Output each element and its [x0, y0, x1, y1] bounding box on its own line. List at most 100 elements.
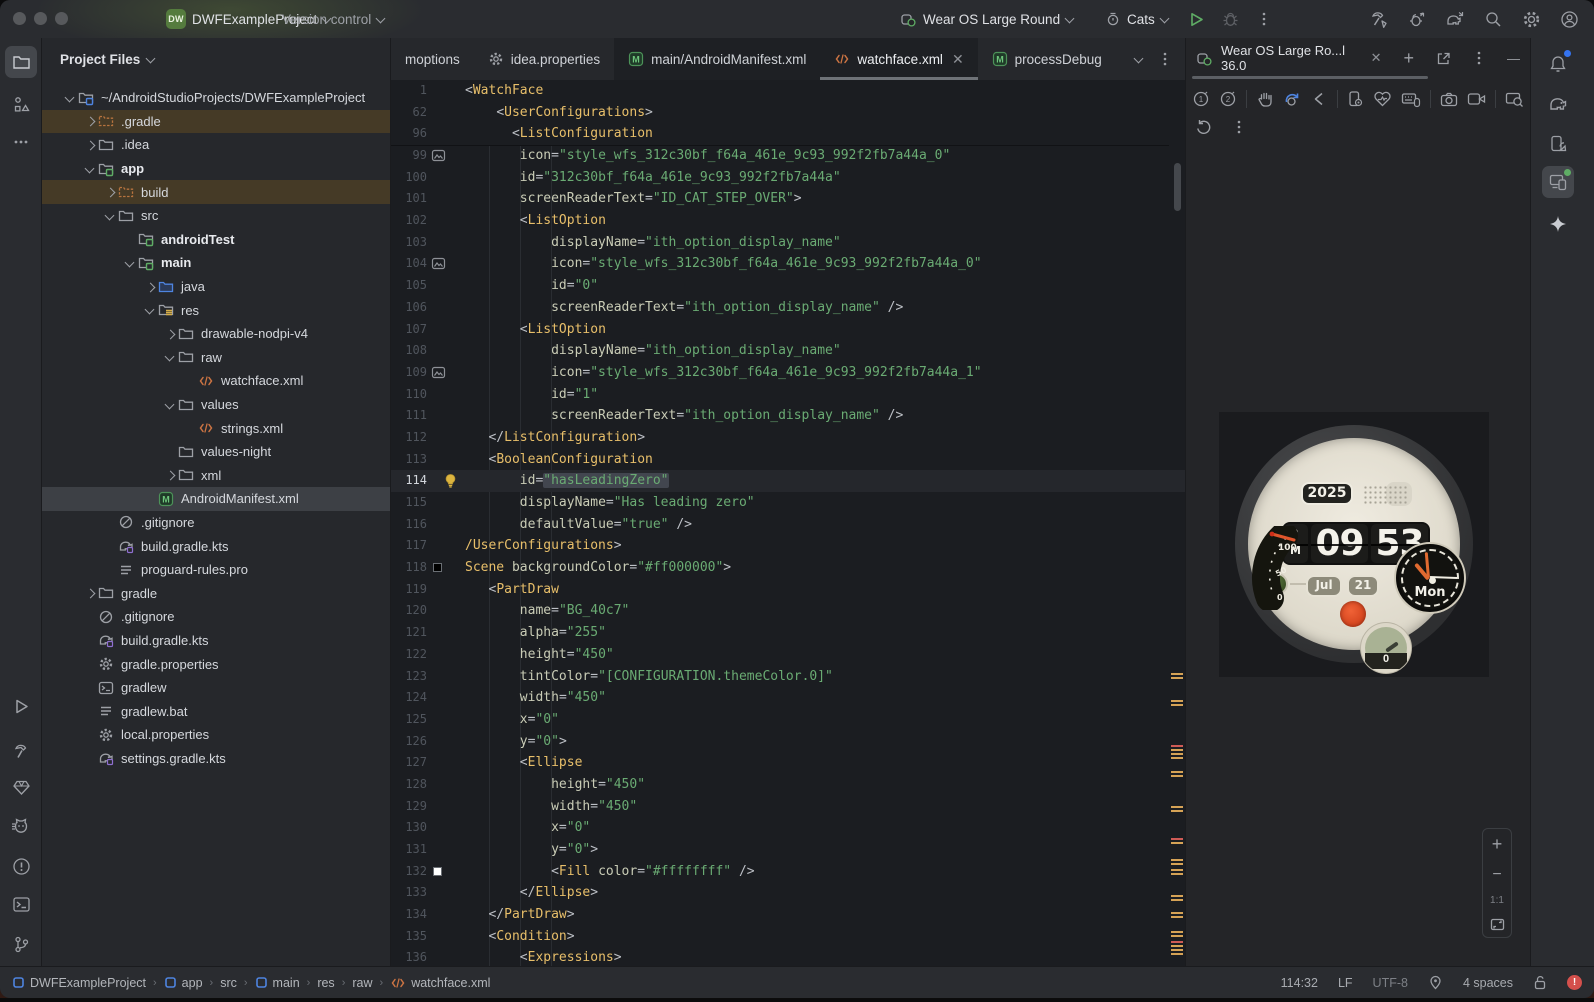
analyzer-error-badge[interactable]: ! [1567, 975, 1582, 990]
settings-button[interactable] [1520, 8, 1542, 30]
tree-item-.gradle[interactable]: .gradle [42, 109, 390, 134]
image-preview-gutter-icon[interactable] [431, 256, 446, 271]
git-branch-button[interactable] [5, 928, 37, 960]
color-swatch-black[interactable] [433, 563, 442, 573]
chevron-collapsed-icon[interactable] [82, 137, 98, 153]
code-editor[interactable]: 99 icon="style_wfs_312c30bf_f64a_461e_9c… [391, 145, 1185, 966]
code-line-132[interactable]: 132 <Fill color="#ffffffff" /> [391, 861, 1185, 883]
chevron-collapsed-icon[interactable] [102, 184, 118, 200]
emulator-display[interactable]: 2025 P M 09 53 Jul 21 Mon 100 50 0 0 [1219, 412, 1489, 677]
chevron-expanded-icon[interactable] [162, 397, 178, 413]
device-manager-button[interactable] [1542, 128, 1574, 160]
heart-rate-button[interactable] [1373, 88, 1392, 110]
tree-item-build.gradle.kts[interactable]: build.gradle.kts [42, 629, 390, 653]
code-line-129[interactable]: 129 width="450" [391, 796, 1185, 818]
button-2-button[interactable]: 2 [1219, 88, 1237, 110]
breadcrumb-item-watchface.xml[interactable]: watchface.xml [390, 975, 490, 991]
code-line-123[interactable]: 123 tintColor="[CONFIGURATION.themeColor… [391, 666, 1185, 688]
code-line-131[interactable]: 131 y="0"> [391, 839, 1185, 861]
chevron-expanded-icon[interactable] [142, 302, 158, 318]
code-line-113[interactable]: 113 <BooleanConfiguration [391, 449, 1185, 471]
gem-button[interactable] [5, 771, 37, 803]
warning-stripe-mark[interactable] [1171, 673, 1183, 679]
chevron-expanded-icon[interactable] [102, 208, 118, 224]
code-line-101[interactable]: 101 screenReaderText="ID_CAT_STEP_OVER"> [391, 188, 1185, 210]
window-close-button[interactable] [13, 12, 26, 25]
code-line-103[interactable]: 103 displayName="ith_option_display_name… [391, 232, 1185, 254]
tree-item-.idea[interactable]: .idea [42, 133, 390, 157]
run-more-actions[interactable] [1256, 0, 1272, 38]
kebab-button[interactable] [1228, 116, 1250, 138]
tree-item-androidmanifest.xml[interactable]: M AndroidManifest.xml [42, 487, 390, 511]
chevron-expanded-icon[interactable] [162, 349, 178, 365]
editor-tab-processdebug[interactable]: MprocessDebug [978, 38, 1116, 80]
image-preview-gutter-icon[interactable] [431, 148, 446, 163]
warning-stripe-mark[interactable] [1171, 931, 1183, 937]
zoom-out-button[interactable]: − [1492, 866, 1501, 884]
add-device-tab-icon[interactable]: + [1403, 48, 1414, 69]
indent-setting[interactable]: 4 spaces [1463, 976, 1513, 990]
chevron-collapsed-icon[interactable] [162, 467, 178, 483]
project-view-header[interactable]: Project Files [42, 38, 390, 80]
tree-item-src[interactable]: src [42, 204, 390, 228]
keyboard-input-button[interactable] [1401, 88, 1421, 110]
warning-stripe-mark[interactable] [1171, 912, 1183, 918]
code-line-133[interactable]: 133 </Ellipse> [391, 882, 1185, 904]
chevron-collapsed-icon[interactable] [142, 279, 158, 295]
code-line-105[interactable]: 105 id="0" [391, 275, 1185, 297]
editor-scrollbar[interactable] [1174, 163, 1181, 211]
code-line-124[interactable]: 124 width="450" [391, 687, 1185, 709]
code-line-135[interactable]: 135 <Condition> [391, 926, 1185, 948]
run-button[interactable] [1188, 0, 1205, 38]
breadcrumb-item-main[interactable]: main [255, 976, 300, 990]
zoom-in-button[interactable]: + [1492, 834, 1503, 855]
error-stripe-mark[interactable] [1171, 745, 1183, 751]
tree-item-gradlew[interactable]: gradlew [42, 676, 390, 700]
run-play-button[interactable] [5, 690, 37, 722]
tree-item-local.properties[interactable]: local.properties [42, 723, 390, 747]
hide-panel-icon[interactable]: — [1507, 51, 1520, 66]
code-line-130[interactable]: 130 x="0" [391, 817, 1185, 839]
code-line-118[interactable]: 118 Scene backgroundColor="#ff000000"> [391, 557, 1185, 579]
device-settings-button[interactable] [1346, 88, 1364, 110]
more-horizontal-button[interactable] [5, 126, 37, 158]
line-separator[interactable]: LF [1338, 976, 1353, 990]
intention-bulb-icon[interactable] [443, 473, 458, 488]
image-preview-gutter-icon[interactable] [431, 365, 446, 380]
window-zoom-button[interactable] [55, 12, 68, 25]
code-line-108[interactable]: 108 displayName="ith_option_display_name… [391, 340, 1185, 362]
tree-item-gradle.properties[interactable]: gradle.properties [42, 652, 390, 676]
back-button[interactable] [1310, 88, 1328, 110]
breadcrumb-item-raw[interactable]: raw [352, 976, 372, 990]
tree-item-androidstudioprojectsdwfexampleproject[interactable]: ~/AndroidStudioProjects/DWFExampleProjec… [42, 86, 390, 110]
code-line-119[interactable]: 119 <PartDraw [391, 579, 1185, 601]
camera-button[interactable] [1440, 88, 1458, 110]
code-line-125[interactable]: 125 x="0" [391, 709, 1185, 731]
open-in-window-icon[interactable] [1436, 51, 1451, 66]
chevron-collapsed-icon[interactable] [162, 326, 178, 342]
editor-tab-idea.properties[interactable]: idea.properties [474, 38, 614, 80]
tree-item-app[interactable]: app [42, 157, 390, 181]
close-tab-icon[interactable]: ✕ [952, 51, 964, 68]
palm-button[interactable] [1256, 88, 1274, 110]
tree-item-.gitignore[interactable]: .gitignore [42, 511, 390, 535]
chevron-expanded-icon[interactable] [62, 90, 78, 106]
tree-item-gradlew.bat[interactable]: gradlew.bat [42, 699, 390, 723]
problems-button[interactable] [5, 850, 37, 882]
account-button[interactable] [1558, 8, 1580, 30]
gradle-sync-button[interactable] [1444, 8, 1466, 30]
close-device-tab-icon[interactable]: ✕ [1371, 50, 1382, 66]
code-line-100[interactable]: 100 id="312c30bf_f64a_461e_9c93_992f2fb7… [391, 167, 1185, 189]
run-configuration-selector[interactable]: Cats [1105, 0, 1169, 38]
tree-item-res[interactable]: res [42, 298, 390, 322]
warning-stripe-mark[interactable] [1171, 753, 1183, 759]
editor-tab-moptions[interactable]: moptions [391, 38, 474, 80]
tilt-button[interactable] [1283, 88, 1301, 110]
tree-item-build.gradle.kts[interactable]: build.gradle.kts [42, 534, 390, 558]
code-line-128[interactable]: 128 height="450" [391, 774, 1185, 796]
error-stripe-mark[interactable] [1171, 941, 1183, 947]
code-line-99[interactable]: 99 icon="style_wfs_312c30bf_f64a_461e_9c… [391, 145, 1185, 167]
kebab-icon[interactable] [1157, 51, 1173, 67]
gradle-elephant-button[interactable] [1542, 88, 1574, 120]
build-hammer-button[interactable] [1368, 8, 1390, 30]
